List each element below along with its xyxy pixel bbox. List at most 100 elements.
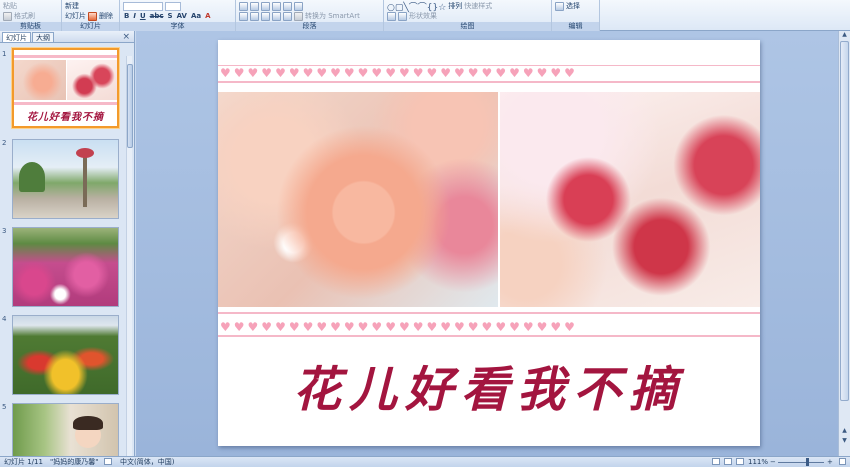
increase-indent-icon[interactable]	[272, 1, 281, 11]
font-size-combo[interactable]	[165, 1, 181, 11]
thumb-title: 花儿好看我不摘	[27, 112, 104, 123]
slide-canvas[interactable]: ♥ ♥ ♥ ♥ ♥ ♥ ♥ ♥ ♥ ♥ ♥ ♥ ♥ ♥ ♥ ♥ ♥ ♥ ♥ ♥ ♥ ♥ ♥ ♥ ♥ ♥ ♥ ♥ ♥ ♥ ♥ ♥ ♥ ♥ ♥ ♥ ♥ ♥ ♥…	[218, 40, 760, 446]
theme-name: "妈妈的康乃馨"	[50, 458, 99, 466]
underline-button[interactable]: U	[139, 12, 147, 20]
heart-icon: ♥	[275, 66, 286, 80]
photo-red-carnations[interactable]	[500, 92, 760, 307]
next-slide-icon[interactable]: ▼	[840, 437, 849, 445]
shadow-button[interactable]: S	[167, 12, 174, 20]
tab-slides[interactable]: 幻灯片	[2, 32, 31, 42]
heart-band-bottom: ♥ ♥ ♥ ♥ ♥ ♥ ♥ ♥ ♥ ♥ ♥ ♥ ♥ ♥ ♥ ♥ ♥ ♥ ♥ ♥ ♥ ♥ ♥ ♥ ♥ ♥	[218, 320, 760, 334]
heart-icon: ♥	[481, 66, 493, 80]
thumbnail-slide-5[interactable]	[12, 403, 119, 456]
justify-icon[interactable]	[272, 11, 281, 21]
tab-outline[interactable]: 大纲	[32, 32, 54, 42]
bullets-icon[interactable]	[239, 1, 248, 11]
select-icon	[555, 1, 564, 11]
select-button[interactable]: 选择	[566, 1, 580, 11]
shape-effects-button[interactable]: 形状效果	[409, 11, 437, 21]
font-color-button[interactable]: A	[204, 12, 211, 20]
heart-icon: ♥	[454, 320, 465, 334]
new-slide-button[interactable]: 新建	[65, 1, 79, 11]
zoom-slider-knob[interactable]	[806, 458, 809, 466]
thumbnail-slide-2[interactable]	[12, 139, 119, 219]
heart-icon: ♥	[275, 320, 286, 334]
slide-title[interactable]: 花儿好看我不摘	[218, 350, 760, 420]
text-direction-icon[interactable]	[294, 1, 303, 11]
heart-icon: ♥	[247, 320, 259, 334]
italic-button[interactable]: I	[132, 12, 137, 20]
font-name-combo[interactable]	[123, 1, 163, 11]
fit-to-window-icon[interactable]	[839, 457, 846, 467]
bold-button[interactable]: B	[123, 12, 130, 20]
line-spacing-icon[interactable]	[283, 1, 292, 11]
slideshow-icon[interactable]	[736, 457, 744, 467]
new-slide-label[interactable]: 幻灯片	[65, 11, 86, 21]
heart-icon: ♥	[330, 320, 341, 334]
thumb-photo-carnation	[14, 60, 66, 100]
heart-icon: ♥	[385, 320, 396, 334]
char-spacing-button[interactable]: AV	[176, 12, 188, 20]
align-right-icon[interactable]	[261, 11, 270, 21]
format-painter-button[interactable]: 格式刷	[14, 11, 35, 21]
font-group-label: 字体	[120, 22, 235, 31]
strikethrough-button[interactable]: abc	[149, 12, 165, 20]
columns-icon[interactable]	[283, 11, 292, 21]
heart-icon: ♥	[357, 66, 369, 80]
scroll-up-icon[interactable]: ▲	[840, 31, 849, 39]
slide-vertical-scrollbar[interactable]: ▲ ▲ ▼	[838, 31, 850, 456]
slide-scroll-thumb[interactable]	[840, 41, 849, 401]
zoom-slider[interactable]	[778, 462, 824, 463]
thumb-child-hair	[73, 416, 103, 430]
thumbnail-scrollbar[interactable]	[126, 56, 133, 456]
heart-icon: ♥	[343, 66, 355, 80]
paste-button[interactable]: 粘贴	[3, 1, 17, 11]
delete-slide-button[interactable]: 删除	[99, 11, 113, 21]
heart-icon: ♥	[385, 66, 396, 80]
heart-band-border-bottom	[218, 81, 760, 83]
thumb-flower-basket	[76, 148, 94, 158]
thumbnail-number: 4	[2, 315, 7, 323]
heart-icon: ♥	[288, 66, 300, 80]
spellcheck-icon[interactable]	[104, 457, 112, 467]
heart-icon: ♥	[261, 320, 273, 334]
arrange-button[interactable]: 排列	[448, 1, 462, 11]
prev-slide-icon[interactable]: ▲	[840, 427, 849, 435]
close-icon[interactable]: ×	[122, 31, 130, 43]
heart-icon: ♥	[564, 66, 575, 80]
shape-fill-icon[interactable]	[387, 11, 396, 21]
language-indicator[interactable]: 中文(简体，中国)	[120, 457, 174, 467]
status-bar: 幻灯片 1/11 "妈妈的康乃馨" 中文(简体，中国) 111% − +	[0, 456, 850, 467]
quick-styles-button[interactable]: 快速样式	[464, 1, 492, 11]
change-case-button[interactable]: Aa	[190, 12, 202, 20]
heart-icon: ♥	[302, 320, 314, 334]
zoom-in-button[interactable]: +	[827, 457, 833, 467]
delete-icon	[88, 11, 97, 21]
numbering-icon[interactable]	[250, 1, 259, 11]
zoom-out-button[interactable]: −	[770, 457, 776, 467]
thumbnail-slide-3[interactable]	[12, 227, 119, 307]
heart-icon: ♥	[467, 320, 479, 334]
shape-outline-icon[interactable]	[398, 11, 407, 21]
align-center-icon[interactable]	[250, 11, 259, 21]
paragraph-group-label: 段落	[236, 22, 383, 31]
align-left-icon[interactable]	[239, 11, 248, 21]
slides-group-label: 幻灯片	[62, 22, 119, 31]
heart-icon: ♥	[564, 320, 575, 334]
thumbnail-scroll-thumb[interactable]	[127, 64, 133, 148]
decrease-indent-icon[interactable]	[261, 1, 270, 11]
heart-icon: ♥	[522, 320, 534, 334]
zoom-level[interactable]: 111%	[748, 457, 768, 467]
editing-group: 选择 编辑	[552, 0, 600, 31]
slide-sorter-icon[interactable]	[724, 457, 732, 467]
convert-smartart-button[interactable]: 转换为 SmartArt	[305, 11, 360, 21]
heart-icon: ♥	[371, 320, 383, 334]
heart-icon: ♥	[495, 320, 507, 334]
heart-icon: ♥	[440, 66, 452, 80]
heart-icon: ♥	[316, 320, 328, 334]
normal-view-icon[interactable]	[712, 457, 720, 467]
photo-peach-carnation[interactable]	[218, 92, 498, 307]
thumbnail-slide-4[interactable]	[12, 315, 119, 395]
thumbnail-slide-1[interactable]: 花儿好看我不摘	[12, 48, 119, 128]
heart-icon: ♥	[440, 320, 452, 334]
